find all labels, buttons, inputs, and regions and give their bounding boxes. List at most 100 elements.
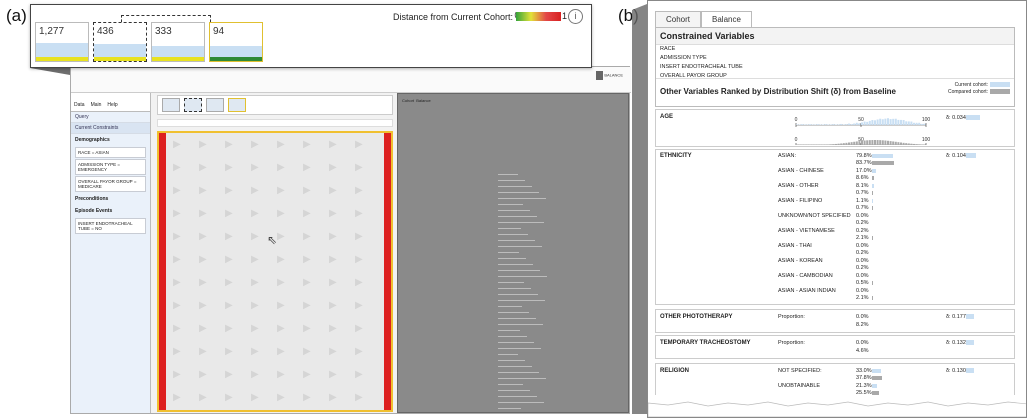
event-arrow-icon: ▶ bbox=[225, 392, 233, 403]
age-compared-bar bbox=[819, 144, 822, 145]
preconditions-heading[interactable]: Preconditions bbox=[71, 193, 150, 205]
tab-data[interactable]: Data bbox=[71, 101, 88, 109]
age-current-bar bbox=[887, 118, 889, 125]
overlay-row bbox=[498, 222, 544, 223]
legend-compared: Compared cohort: bbox=[947, 89, 988, 95]
admission-constraint-card[interactable]: ADMISSION TYPE = EMERGENCY bbox=[75, 159, 146, 175]
tracheostomy-current: 0.0% bbox=[856, 340, 869, 346]
ethnicity-section[interactable]: ETHNICITY δ: 0.104 ASIAN: 79.8% 83.7% ASIAN… bbox=[655, 149, 1015, 305]
age-current-bar bbox=[884, 118, 887, 125]
event-arrow-icon: ▶ bbox=[199, 277, 207, 288]
phototherapy-section[interactable]: OTHER PHOTOTHERAPY Proportion: 0.0% 8.2%… bbox=[655, 309, 1015, 333]
balance-icon bbox=[596, 71, 604, 80]
tracheostomy-section[interactable]: TEMPORARY TRACHEOSTOMY Proportion: 0.0% … bbox=[655, 335, 1015, 359]
age-compared-bar bbox=[816, 144, 819, 145]
overlay-row bbox=[498, 324, 543, 325]
cohort-box-4[interactable]: 94 bbox=[209, 22, 263, 62]
age-current-bar bbox=[796, 124, 798, 125]
age-tick-label: 0 bbox=[795, 117, 798, 123]
mini-cohort-box[interactable] bbox=[162, 98, 180, 112]
tab-cohort[interactable]: Cohort bbox=[655, 11, 702, 27]
age-compared-bar bbox=[923, 144, 926, 145]
age-section[interactable]: AGE 0 50 100 0 50 100 δ: 0.034 bbox=[655, 109, 1015, 147]
cohort-distance-bar bbox=[210, 57, 262, 61]
age-current-bar bbox=[811, 124, 814, 125]
event-arrow-icon: ▶ bbox=[199, 392, 207, 403]
category-label: ASIAN - OTHER bbox=[778, 183, 819, 189]
age-current-bar bbox=[905, 121, 908, 125]
cohort-size-bar bbox=[94, 44, 146, 57]
event-arrow-icon: ▶ bbox=[277, 392, 285, 403]
episode-events-heading[interactable]: Episode Events bbox=[71, 205, 150, 217]
tab-main[interactable]: Main bbox=[88, 101, 105, 109]
age-compared-bar bbox=[806, 144, 809, 145]
age-current-bar bbox=[822, 124, 824, 125]
compared-bar bbox=[872, 236, 873, 240]
cohort-distance-bar bbox=[94, 57, 146, 61]
compared-pct: 0.5% bbox=[856, 280, 869, 286]
age-compared-bar bbox=[796, 144, 798, 145]
event-arrow-icon: ▶ bbox=[329, 254, 337, 265]
age-compared-bar bbox=[918, 144, 921, 145]
query-link[interactable]: Query bbox=[71, 112, 150, 123]
race-constraint-card[interactable]: RACE = ASIAN bbox=[75, 147, 146, 158]
event-arrow-icon: ▶ bbox=[277, 162, 285, 173]
episode-constraint-card[interactable]: INSERT ENDOTRACHEAL TUBE = NO bbox=[75, 218, 146, 234]
event-arrow-icon: ▶ bbox=[303, 300, 311, 311]
info-icon[interactable]: i bbox=[568, 9, 583, 24]
payor-constraint-card[interactable]: OVERALL PAYOR GROUP = MEDICARE bbox=[75, 176, 146, 192]
tracheostomy-label: Proportion: bbox=[778, 340, 805, 346]
cohort-box-1[interactable]: 1,277 bbox=[35, 22, 89, 62]
event-arrow-icon: ▶ bbox=[303, 346, 311, 357]
tab-balance[interactable]: Balance bbox=[701, 11, 752, 27]
overlay-row bbox=[498, 174, 518, 175]
age-current-bar bbox=[900, 119, 902, 125]
age-current-bar bbox=[850, 124, 853, 125]
age-title: AGE bbox=[660, 114, 674, 120]
current-pct: 1.1% bbox=[856, 198, 869, 204]
mini-cohort-box[interactable] bbox=[206, 98, 224, 112]
overlay-row bbox=[498, 210, 530, 211]
age-current-bar bbox=[827, 124, 830, 125]
event-arrow-icon: ▶ bbox=[277, 346, 285, 357]
age-current-bar bbox=[853, 123, 856, 125]
phototherapy-compared: 8.2% bbox=[856, 322, 869, 328]
balance-button[interactable]: BALANCE bbox=[596, 71, 623, 80]
event-arrow-icon: ▶ bbox=[303, 392, 311, 403]
mini-cohort-box[interactable] bbox=[228, 98, 246, 112]
cohort-zoom-callout: 1,277 436 333 94 Distance from Current C… bbox=[30, 4, 592, 68]
age-compared-bar bbox=[915, 144, 918, 145]
current-pct: 0.0% bbox=[856, 273, 869, 279]
event-arrow-icon: ▶ bbox=[225, 300, 233, 311]
event-arrow-icon: ▶ bbox=[251, 346, 259, 357]
age-current-bar bbox=[861, 122, 863, 125]
age-current-bar bbox=[840, 123, 843, 125]
overlay-row bbox=[498, 216, 537, 217]
tracheostomy-delta-bar bbox=[966, 340, 974, 345]
mini-cohort-box[interactable] bbox=[184, 98, 202, 112]
cohort-history-strip[interactable] bbox=[157, 95, 393, 115]
event-arrow-icon: ▶ bbox=[173, 231, 181, 242]
event-arrow-icon: ▶ bbox=[329, 300, 337, 311]
event-arrow-icon: ▶ bbox=[173, 369, 181, 380]
demographics-heading: Demographics bbox=[75, 137, 110, 143]
event-arrow-icon: ▶ bbox=[277, 139, 285, 150]
age-current-bar bbox=[816, 124, 819, 125]
current-constraints-link[interactable]: Current Constraints bbox=[71, 123, 150, 134]
event-arrow-icon: ▶ bbox=[199, 208, 207, 219]
legend-compared-swatch bbox=[990, 89, 1010, 94]
right-distance-bar bbox=[384, 133, 391, 410]
tab-help[interactable]: Help bbox=[104, 101, 120, 109]
event-arrow-icon: ▶ bbox=[355, 300, 363, 311]
current-pct: 21.3% bbox=[856, 383, 872, 389]
event-arrow-icon: ▶ bbox=[303, 139, 311, 150]
event-arrow-icon: ▶ bbox=[329, 323, 337, 334]
event-arrow-icon: ▶ bbox=[277, 369, 285, 380]
legend-current-swatch bbox=[990, 82, 1010, 87]
cohort-box-2[interactable]: 436 bbox=[93, 22, 147, 62]
age-compared-bar bbox=[798, 144, 801, 145]
event-matrix[interactable]: ▶ ▶ ▶ ▶ ▶ ▶ ▶ ▶ ▶ ▶ ▶ ▶ ▶ ▶ ▶ ▶ ▶ ▶ ▶ ▶ ▶ ▶ ▶ ▶ ▶ ▶ ▶ ▶ ▶ ▶ ▶ ▶ ▶ ▶ ▶ ▶ ▶ ▶ ▶ ▶… bbox=[157, 131, 393, 412]
cohort-box-3[interactable]: 333 bbox=[151, 22, 205, 62]
constrained-item: ADMISSION TYPE bbox=[660, 55, 707, 61]
age-compared-bar bbox=[868, 140, 871, 145]
